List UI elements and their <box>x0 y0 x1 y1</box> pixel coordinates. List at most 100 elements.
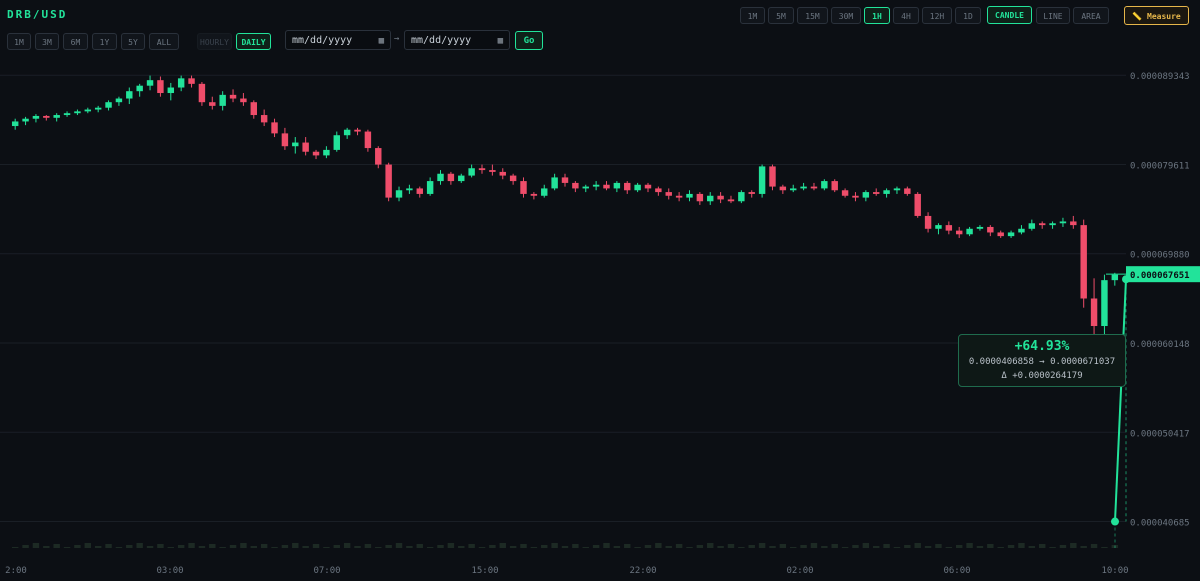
volume-bar <box>852 545 859 548</box>
volume-bar <box>499 543 506 548</box>
volume-bar <box>613 546 621 548</box>
volume-bar <box>468 544 475 548</box>
volume-bar <box>541 545 548 548</box>
volume-bar <box>489 545 496 548</box>
volume-bar <box>136 543 143 548</box>
candle-body <box>1101 280 1108 327</box>
candle-body <box>572 182 579 189</box>
volume-bar <box>561 546 569 548</box>
candle-body <box>468 168 475 176</box>
volume-bar <box>821 546 828 548</box>
candle-body <box>841 190 849 196</box>
volume-bar <box>198 546 206 548</box>
candle-body <box>624 182 631 191</box>
volume-bar <box>406 546 413 548</box>
candle-body <box>416 188 423 194</box>
candle-body <box>53 115 60 118</box>
volume-bar <box>758 543 766 548</box>
candlestick-chart[interactable]: 0.000089343 0.000079611 0.000069880 0.00006… <box>0 0 1200 581</box>
volume-bar <box>416 544 423 548</box>
y-tick-label: 0.000040685 <box>1130 519 1190 529</box>
volume-bar <box>281 545 289 548</box>
candle-body <box>32 115 40 119</box>
volume-bar <box>240 543 247 548</box>
candle-body <box>43 115 50 118</box>
candle-body <box>1007 232 1015 237</box>
candle-body <box>458 175 465 182</box>
candle-body <box>312 151 320 156</box>
candle-body <box>333 135 340 150</box>
measure-delta: Δ +0.0000264179 <box>1001 371 1083 381</box>
x-tick-label: 06:00 <box>943 566 970 576</box>
volume-bar <box>551 543 558 548</box>
measure-range: 0.0000406858 → 0.0000671037 <box>968 357 1116 367</box>
candle-body <box>966 228 973 235</box>
y-tick-label: 0.000079611 <box>1130 161 1190 171</box>
volume-bar <box>644 545 652 548</box>
y-tick-label: 0.000069880 <box>1130 251 1190 261</box>
volume-bar <box>727 544 735 548</box>
candle-body <box>281 133 289 147</box>
candle-body <box>1049 223 1056 226</box>
measure-line <box>1114 279 1127 522</box>
volume-bar <box>810 543 818 548</box>
candle-body <box>323 149 330 156</box>
candle-body <box>219 94 226 106</box>
volume-bar <box>893 547 901 548</box>
candle-body <box>665 192 672 196</box>
volume-bar <box>572 544 579 548</box>
volume-bar <box>74 545 81 548</box>
candle-body <box>893 188 901 191</box>
candle-body <box>675 195 683 198</box>
candle-body <box>810 186 818 189</box>
candle-body <box>530 193 538 196</box>
volume-bar <box>976 546 984 548</box>
volume-bar <box>1007 545 1015 548</box>
candle-body <box>551 177 558 189</box>
volume-bar <box>260 544 268 548</box>
volume-bar <box>1059 545 1067 548</box>
volume-bar <box>592 545 600 548</box>
volume-bar <box>520 544 527 548</box>
volume-bar <box>966 543 973 548</box>
x-tick-label: 07:00 <box>313 566 340 576</box>
candle-body <box>22 118 29 122</box>
volume-bar <box>271 547 278 548</box>
volume-bar <box>904 545 911 548</box>
volume-bar <box>831 544 838 548</box>
volume-bar <box>862 543 870 548</box>
volume-bar <box>1101 547 1108 548</box>
volume-bar <box>333 545 340 548</box>
candle-body <box>177 78 185 88</box>
volume-bar <box>312 544 320 548</box>
candle-body <box>561 177 569 183</box>
volume-bar <box>696 545 704 548</box>
candle-body <box>509 175 517 182</box>
volume-bar <box>63 547 71 548</box>
candle-body <box>769 166 776 187</box>
candle-body <box>478 168 486 171</box>
x-tick-label: 15:00 <box>471 566 498 576</box>
volume-bar <box>1038 544 1046 548</box>
volume-bar <box>624 544 631 548</box>
candle-body <box>11 121 19 127</box>
candle-body <box>302 142 309 152</box>
volume-bar <box>302 546 309 548</box>
candle-body <box>395 190 403 198</box>
volume-bar <box>219 547 226 548</box>
volume-bar <box>354 546 361 548</box>
volume-bar <box>458 546 465 548</box>
candle-body <box>105 102 112 108</box>
volume-bar <box>478 547 486 548</box>
volume-bar <box>582 547 589 548</box>
candle-body <box>489 170 496 172</box>
volume-bar <box>364 544 372 548</box>
candle-body <box>375 148 382 165</box>
candle-body <box>655 188 662 193</box>
volume-bar <box>292 543 299 548</box>
candle-body <box>914 193 921 216</box>
volume-bar <box>437 545 444 548</box>
volume-bar <box>707 543 714 548</box>
candle-body <box>1038 223 1046 226</box>
candle-body <box>696 193 704 202</box>
